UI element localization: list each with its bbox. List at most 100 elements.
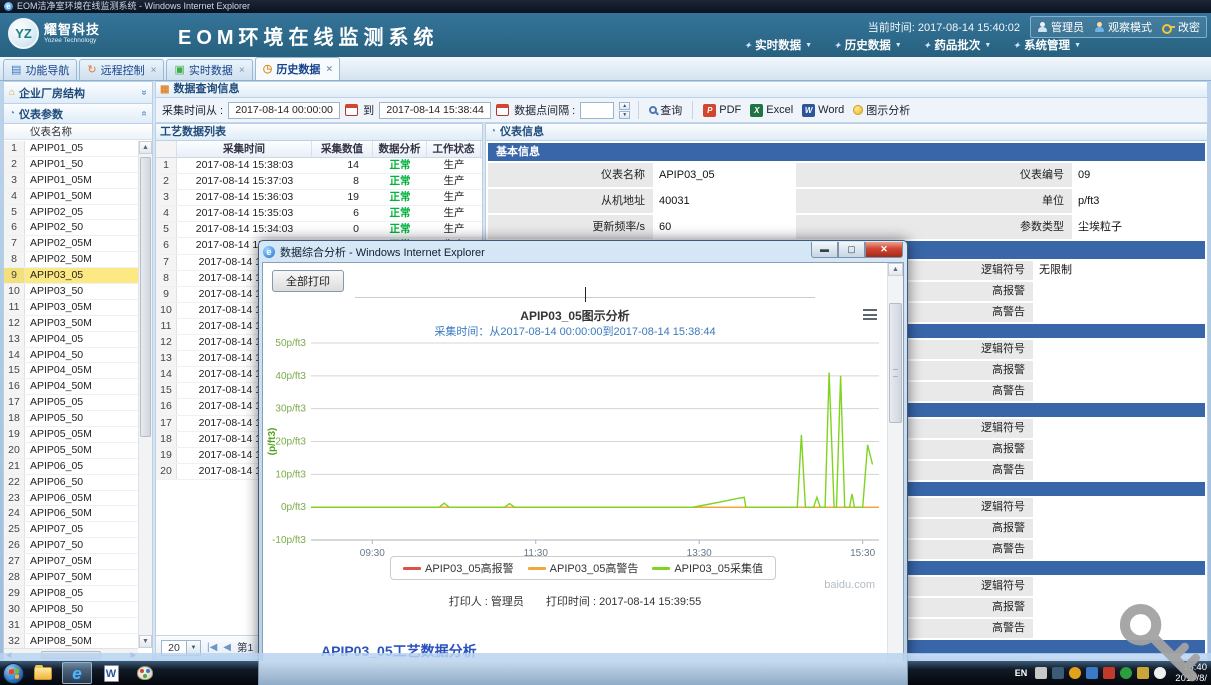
table-row[interactable]: 2 2017-08-14 15:37:03 8 正常 生产 — [156, 174, 482, 190]
list-item[interactable]: 2APIP01_50 — [4, 157, 138, 173]
export-excel-button[interactable]: XExcel — [748, 104, 795, 117]
step-up-icon[interactable]: ▲ — [619, 102, 630, 110]
scroll-thumb[interactable] — [140, 157, 151, 437]
to-date-input[interactable] — [379, 102, 491, 119]
scroll-thumb[interactable] — [889, 303, 902, 423]
list-item[interactable]: 26APIP07_50 — [4, 538, 138, 554]
list-item[interactable]: 23APIP06_05M — [4, 491, 138, 507]
tray-icon[interactable] — [1069, 667, 1081, 679]
observe-mode-button[interactable]: 观察模式 — [1094, 19, 1152, 35]
col-collect-value[interactable]: 采集数值 — [312, 141, 373, 157]
table-row[interactable]: 5 2017-08-14 15:34:03 0 正常 生产 — [156, 222, 482, 238]
list-item[interactable]: 25APIP07_05 — [4, 522, 138, 538]
nav-system-manage[interactable]: ✦系统管理▼ — [1013, 37, 1081, 53]
list-item[interactable]: 14APIP04_50 — [4, 348, 138, 364]
list-item[interactable]: 13APIP04_05 — [4, 332, 138, 348]
list-item[interactable]: 15APIP04_05M — [4, 363, 138, 379]
list-item[interactable]: 9APIP03_05 — [4, 268, 138, 284]
sidebar-section-instrument-params[interactable]: ◔ 仪表参数 » — [4, 104, 152, 124]
list-item[interactable]: 5APIP02_05 — [4, 205, 138, 221]
collapse-icon[interactable]: » — [139, 90, 150, 96]
taskbar-ie-button[interactable]: e — [62, 662, 92, 684]
interval-stepper[interactable]: ▲▼ — [619, 102, 630, 119]
list-item[interactable]: 30APIP08_50 — [4, 602, 138, 618]
taskbar-paint-button[interactable] — [130, 662, 160, 684]
close-icon[interactable]: × — [326, 64, 332, 75]
list-item[interactable]: 28APIP07_50M — [4, 570, 138, 586]
table-row[interactable]: 4 2017-08-14 15:35:03 6 正常 生产 — [156, 206, 482, 222]
chart-menu-icon[interactable] — [863, 309, 877, 320]
export-word-button[interactable]: WWord — [800, 104, 846, 117]
list-item[interactable]: 20APIP05_50M — [4, 443, 138, 459]
list-item[interactable]: 8APIP02_50M — [4, 252, 138, 268]
list-item[interactable]: 16APIP04_50M — [4, 379, 138, 395]
calendar-icon[interactable] — [496, 104, 509, 116]
col-work-status[interactable]: 工作状态 — [427, 141, 481, 157]
list-item[interactable]: 21APIP06_05 — [4, 459, 138, 475]
language-indicator[interactable]: EN — [1015, 668, 1028, 678]
interval-input[interactable] — [580, 102, 614, 119]
tray-icon[interactable] — [1052, 667, 1064, 679]
collapse-icon[interactable]: » — [139, 111, 150, 117]
list-item[interactable]: 4APIP01_50M — [4, 189, 138, 205]
list-item[interactable]: 29APIP08_05 — [4, 586, 138, 602]
sidebar-vertical-scrollbar[interactable]: ▲ ▼ — [138, 141, 152, 648]
nav-drug-batch[interactable]: ✦药品批次▼ — [924, 37, 992, 53]
tab-2[interactable]: ↻远程控制× — [79, 59, 164, 80]
tab-3[interactable]: ▣实时数据× — [166, 59, 252, 80]
popup-titlebar[interactable]: e 数据综合分析 - Windows Internet Explorer ▬ ▢… — [259, 241, 907, 262]
scroll-down-icon[interactable]: ▼ — [139, 635, 152, 648]
list-item[interactable]: 32APIP08_50M — [4, 634, 138, 648]
list-item[interactable]: 22APIP06_50 — [4, 475, 138, 491]
step-down-icon[interactable]: ▼ — [619, 111, 630, 119]
list-item[interactable]: 6APIP02_50 — [4, 220, 138, 236]
prev-page-button[interactable]: ◀ — [223, 642, 231, 653]
calendar-icon[interactable] — [345, 104, 358, 116]
nav-history-data[interactable]: ✦历史数据▼ — [834, 37, 902, 53]
close-icon[interactable]: × — [239, 65, 245, 76]
export-pdf-button[interactable]: PPDF — [701, 104, 743, 117]
table-row[interactable]: 3 2017-08-14 15:36:03 19 正常 生产 — [156, 190, 482, 206]
close-icon[interactable]: × — [151, 65, 157, 76]
taskbar-word-button[interactable]: W — [96, 662, 126, 684]
list-item[interactable]: 7APIP02_05M — [4, 236, 138, 252]
list-item[interactable]: 11APIP03_05M — [4, 300, 138, 316]
list-item[interactable]: 19APIP05_05M — [4, 427, 138, 443]
list-item[interactable]: 31APIP08_05M — [4, 618, 138, 634]
maximize-button[interactable]: ▢ — [838, 242, 865, 258]
tab-1[interactable]: ▤功能导航 — [3, 59, 77, 80]
col-data-analysis[interactable]: 数据分析 — [373, 141, 427, 157]
admin-button[interactable]: 管理员 — [1037, 19, 1084, 35]
sidebar-section-factory-structure[interactable]: ⌂ 企业厂房结构 » — [4, 82, 152, 104]
popup-scrollbar[interactable]: ▲ — [887, 263, 903, 684]
list-item[interactable]: 1APIP01_05 — [4, 141, 138, 157]
close-button[interactable]: ✕ — [865, 242, 903, 258]
chart-legend[interactable]: APIP03_05高报警 APIP03_05高警告 APIP03_05采集值 — [390, 556, 776, 580]
list-item[interactable]: 3APIP01_05M — [4, 173, 138, 189]
table-row[interactable]: 1 2017-08-14 15:38:03 14 正常 生产 — [156, 158, 482, 174]
print-all-button[interactable]: 全部打印 — [272, 270, 344, 292]
tray-icon[interactable] — [1086, 667, 1098, 679]
minimize-button[interactable]: ▬ — [811, 242, 838, 258]
tab-4[interactable]: ◷历史数据× — [255, 57, 340, 80]
start-button[interactable] — [3, 663, 24, 684]
chart-analysis-button[interactable]: 图示分析 — [851, 102, 912, 118]
taskbar-explorer-button[interactable] — [28, 662, 58, 684]
change-password-button[interactable]: 改密 — [1162, 19, 1200, 35]
search-button[interactable]: 查询 — [647, 102, 684, 118]
from-date-input[interactable] — [228, 102, 340, 119]
nav-realtime-data[interactable]: ✦实时数据▼ — [744, 37, 812, 53]
legend-item[interactable]: APIP03_05高报警 — [403, 560, 514, 576]
list-item[interactable]: 27APIP07_05M — [4, 554, 138, 570]
legend-item[interactable]: APIP03_05高警告 — [528, 560, 639, 576]
list-item[interactable]: 24APIP06_50M — [4, 506, 138, 522]
legend-item[interactable]: APIP03_05采集值 — [652, 560, 763, 576]
taskbar-active-window-button[interactable] — [258, 661, 908, 685]
scroll-up-icon[interactable]: ▲ — [888, 263, 903, 276]
list-item[interactable]: 10APIP03_50 — [4, 284, 138, 300]
col-collect-time[interactable]: 采集时间 — [177, 141, 312, 157]
scroll-up-icon[interactable]: ▲ — [139, 141, 152, 154]
list-item[interactable]: 17APIP05_05 — [4, 395, 138, 411]
first-page-button[interactable]: |◀ — [207, 642, 217, 653]
list-item[interactable]: 18APIP05_50 — [4, 411, 138, 427]
